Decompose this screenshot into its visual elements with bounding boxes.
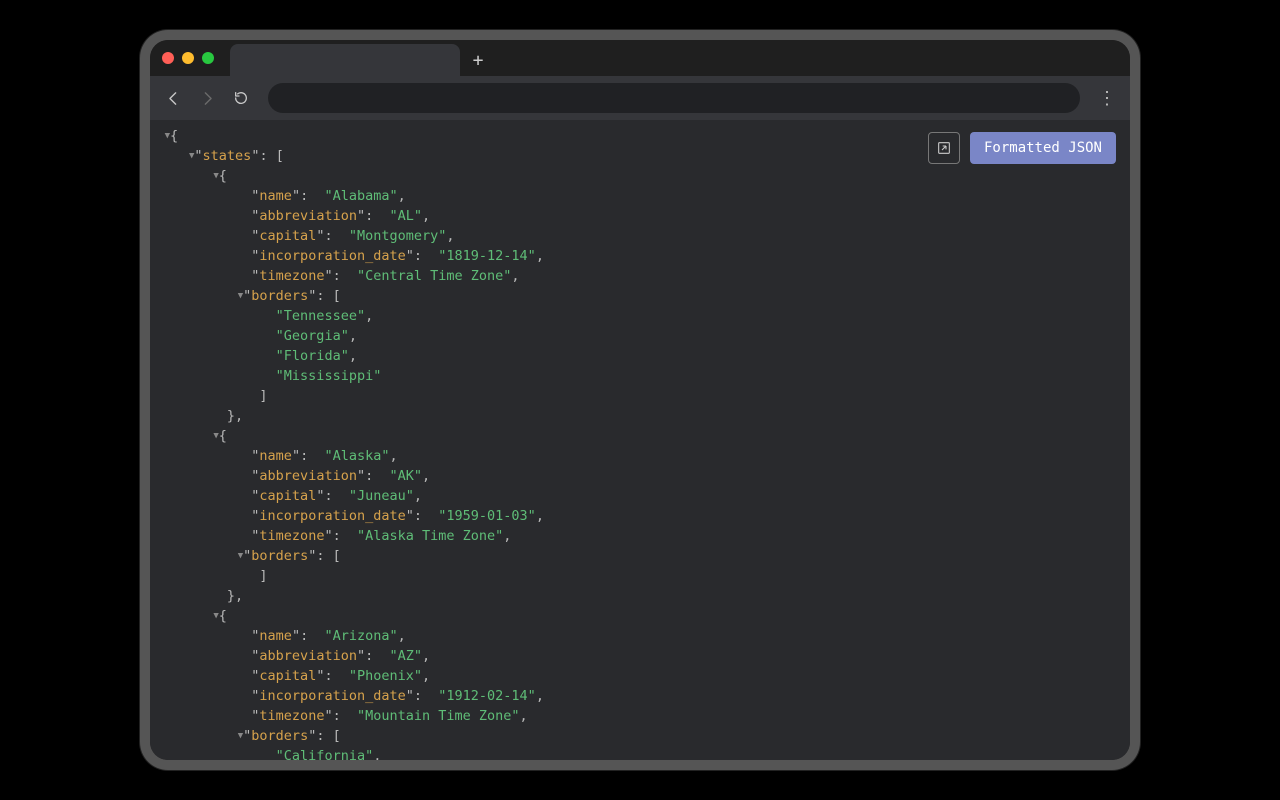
nav-back-button[interactable] [160,85,186,111]
fold-toggle[interactable] [231,286,243,306]
minimize-window-button[interactable] [182,52,194,64]
browser-window: + ⋮ Formatted JSON { "states [150,40,1130,760]
fold-states[interactable] [182,146,194,166]
nav-reload-button[interactable] [228,85,254,111]
formatted-json-badge[interactable]: Formatted JSON [970,132,1116,164]
json-key: states [203,148,252,164]
json-tree[interactable]: { "states": [ { "name": "Alabama", "abbr… [158,126,1122,760]
tab-strip: + [230,40,1118,76]
fold-toggle[interactable] [207,166,219,186]
fold-toggle[interactable] [231,726,243,746]
browser-tab-active[interactable] [230,44,460,76]
window-controls [162,52,214,64]
open-raw-button[interactable] [928,132,960,164]
json-viewer: Formatted JSON { "states": [ { "name": "… [150,120,1130,760]
browser-toolbar: ⋮ [150,76,1130,120]
nav-forward-button[interactable] [194,85,220,111]
window-titlebar: + [150,40,1130,76]
close-window-button[interactable] [162,52,174,64]
maximize-window-button[interactable] [202,52,214,64]
new-tab-button[interactable]: + [464,46,492,74]
fold-toggle[interactable] [207,426,219,446]
fold-toggle[interactable] [207,606,219,626]
tablet-frame: + ⋮ Formatted JSON { "states [140,30,1140,770]
fold-toggle[interactable] [231,546,243,566]
browser-menu-button[interactable]: ⋮ [1094,88,1120,109]
address-bar[interactable] [268,83,1080,113]
fold-root[interactable] [158,126,170,146]
